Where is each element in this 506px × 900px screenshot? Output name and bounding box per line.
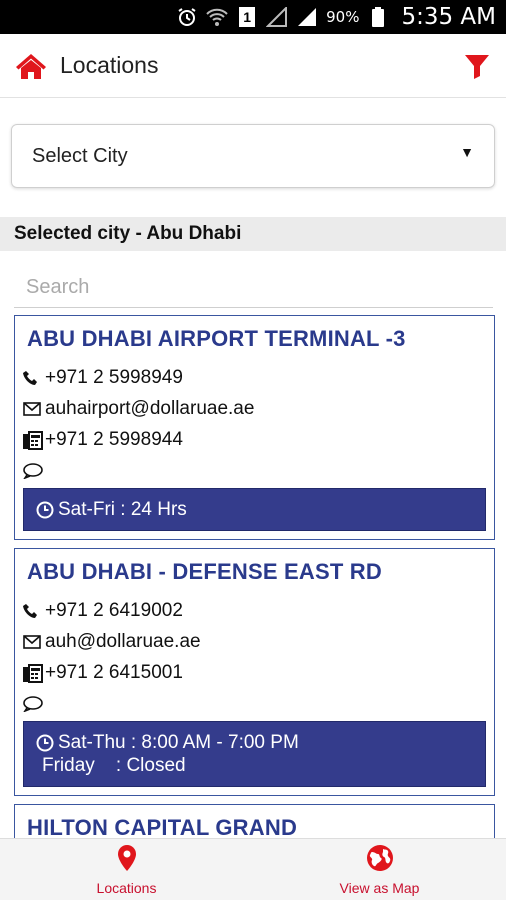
phone-row[interactable]: +971 2 6419002 (23, 595, 486, 626)
hours-line: Friday : Closed (36, 754, 473, 777)
phone-number: +971 2 5998949 (45, 366, 183, 388)
location-card[interactable]: HILTON CAPITAL GRAND (14, 804, 495, 838)
fax-row: +971 2 6415001 (23, 657, 486, 688)
page-title: Locations (60, 52, 159, 78)
location-card[interactable]: ABU DHABI AIRPORT TERMINAL -3 +971 2 599… (14, 315, 495, 540)
location-list[interactable]: ABU DHABI AIRPORT TERMINAL -3 +971 2 599… (14, 315, 495, 838)
hours-line: Sat-Thu : 8:00 AM - 7:00 PM (36, 731, 473, 754)
status-bar: 1 90% 5:35 AM (0, 0, 506, 34)
tab-locations-label: Locations (96, 879, 157, 896)
status-clock: 5:35 AM (401, 4, 496, 30)
wifi-icon (206, 7, 228, 27)
envelope-icon (23, 632, 45, 652)
hours-text: Sat-Thu : 8:00 AM - 7:00 PM (58, 731, 299, 753)
fax-icon (23, 430, 45, 450)
opening-hours: Sat-Fri : 24 Hrs (23, 488, 486, 531)
tab-view-as-map[interactable]: View as Map (253, 839, 506, 900)
hours-text: Friday : Closed (42, 754, 186, 776)
comment-icon (23, 694, 45, 714)
city-select-dropdown[interactable]: Select City ▼ (11, 124, 495, 188)
battery-percent: 90% (326, 8, 360, 26)
battery-icon (367, 7, 389, 27)
clock-icon (36, 501, 54, 519)
email-address: auhairport@dollaruae.ae (45, 397, 255, 419)
phone-row[interactable]: +971 2 5998949 (23, 362, 486, 393)
location-card[interactable]: ABU DHABI - DEFENSE EAST RD +971 2 64190… (14, 548, 495, 796)
signal-icon (266, 7, 288, 27)
tab-map-label: View as Map (339, 879, 420, 896)
hours-line: Sat-Fri : 24 Hrs (36, 498, 473, 521)
comment-row (23, 455, 486, 486)
globe-icon (366, 844, 394, 872)
phone-icon (23, 368, 45, 388)
map-pin-icon (117, 844, 136, 872)
chevron-down-icon: ▼ (460, 144, 474, 160)
comment-icon (23, 461, 45, 481)
sim-icon: 1 (236, 7, 258, 27)
fax-row: +971 2 5998944 (23, 424, 486, 455)
fax-number: +971 2 5998944 (45, 428, 183, 450)
signal-icon-2 (296, 7, 318, 27)
email-address: auh@dollaruae.ae (45, 630, 201, 652)
fax-number: +971 2 6415001 (45, 661, 183, 683)
app-bar: Locations (0, 34, 506, 98)
envelope-icon (23, 399, 45, 419)
bottom-navigation: Locations View as Map (0, 838, 506, 900)
fax-icon (23, 663, 45, 683)
opening-hours: Sat-Thu : 8:00 AM - 7:00 PM Friday : Clo… (23, 721, 486, 787)
phone-icon (23, 601, 45, 621)
location-name: ABU DHABI AIRPORT TERMINAL -3 (27, 326, 406, 351)
phone-number: +971 2 6419002 (45, 599, 183, 621)
alarm-icon (176, 7, 198, 27)
clock-icon (36, 734, 54, 752)
tab-locations[interactable]: Locations (0, 839, 253, 900)
selected-city-banner: Selected city - Abu Dhabi (0, 217, 506, 251)
location-name: ABU DHABI - DEFENSE EAST RD (27, 559, 382, 584)
comment-row (23, 688, 486, 719)
filter-icon (465, 54, 489, 79)
filter-button[interactable] (462, 51, 492, 81)
home-icon (16, 53, 46, 79)
location-name: HILTON CAPITAL GRAND (27, 815, 298, 838)
email-row[interactable]: auhairport@dollaruae.ae (23, 393, 486, 424)
hours-text: Sat-Fri : 24 Hrs (58, 498, 187, 520)
search-input[interactable] (14, 268, 493, 308)
city-select-label: Select City (32, 144, 128, 167)
email-row[interactable]: auh@dollaruae.ae (23, 626, 486, 657)
sim-label: 1 (239, 7, 256, 27)
home-button[interactable] (14, 49, 48, 83)
